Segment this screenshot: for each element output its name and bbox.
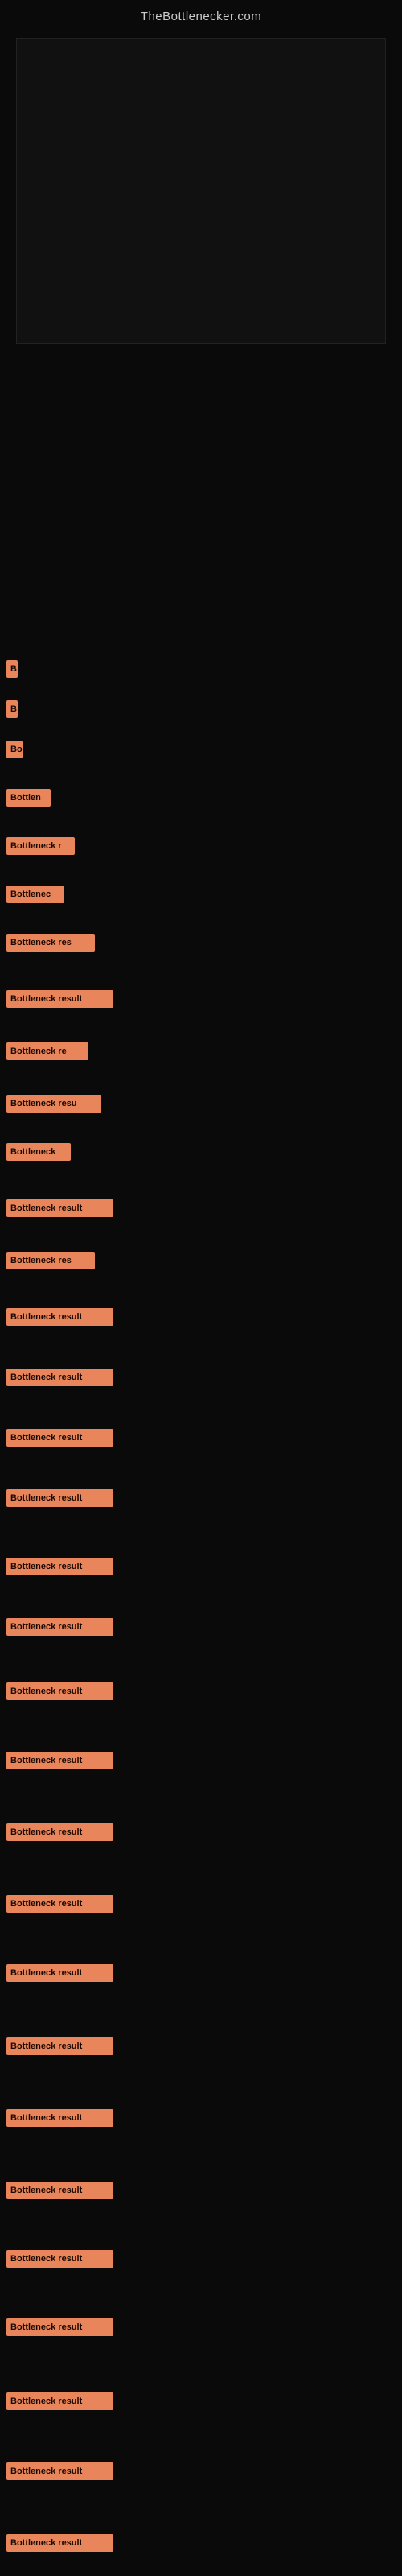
bar-item: Bottleneck re <box>6 1042 88 1060</box>
site-title: TheBottlenecker.com <box>0 0 402 30</box>
bar-item: Bottleneck result <box>6 1308 113 1326</box>
bar-item: Bottleneck result <box>6 2037 113 2055</box>
bar-item: Bottleneck result <box>6 1368 113 1386</box>
bar-label: Bottleneck result <box>6 1308 113 1326</box>
bar-label: Bottleneck res <box>6 1252 95 1269</box>
bar-item: B <box>6 660 18 678</box>
bar-item: Bottleneck r <box>6 837 75 855</box>
bar-item: Bottleneck result <box>6 2182 113 2199</box>
bar-label: Bottleneck result <box>6 2250 113 2268</box>
bar-item: Bottleneck res <box>6 934 95 952</box>
bar-item: Bottleneck result <box>6 1429 113 1447</box>
bar-item: Bottleneck res <box>6 1252 95 1269</box>
bar-label: Bottleneck result <box>6 990 113 1008</box>
bar-label: Bottleneck result <box>6 2182 113 2199</box>
bar-label: Bottleneck res <box>6 934 95 952</box>
bar-item: Bottlenec <box>6 886 64 903</box>
bar-label: Bottleneck result <box>6 2534 113 2552</box>
bar-item: Bottleneck <box>6 1143 71 1161</box>
bar-label: Bo <box>6 741 23 758</box>
bar-item: Bottleneck result <box>6 2250 113 2268</box>
bar-item: Bottleneck result <box>6 1895 113 1913</box>
bar-label: Bottleneck result <box>6 1199 113 1217</box>
bar-label: Bottlen <box>6 789 51 807</box>
bar-item: Bottleneck result <box>6 1823 113 1841</box>
bar-item: Bottleneck result <box>6 990 113 1008</box>
bar-item: Bottleneck result <box>6 1489 113 1507</box>
bar-label: Bottleneck result <box>6 1895 113 1913</box>
chart-area <box>16 38 386 344</box>
bar-label: Bottleneck result <box>6 1368 113 1386</box>
bar-item: Bottleneck result <box>6 2534 113 2552</box>
bar-item: Bottleneck result <box>6 2109 113 2127</box>
bar-item: B <box>6 700 18 718</box>
bar-label: Bottleneck result <box>6 2392 113 2410</box>
bar-label: Bottleneck result <box>6 1964 113 1982</box>
bar-label: Bottleneck result <box>6 2318 113 2336</box>
bar-item: Bottleneck result <box>6 1964 113 1982</box>
bar-label: Bottleneck result <box>6 1823 113 1841</box>
bar-label: Bottleneck <box>6 1143 71 1161</box>
bar-item: Bottleneck result <box>6 1682 113 1700</box>
bar-item: Bottleneck resu <box>6 1095 101 1113</box>
bar-label: Bottlenec <box>6 886 64 903</box>
bar-label: Bottleneck result <box>6 1618 113 1636</box>
bar-label: Bottleneck result <box>6 2037 113 2055</box>
bar-item: Bottleneck result <box>6 1558 113 1575</box>
bar-label: B <box>6 660 18 678</box>
bar-label: Bottleneck r <box>6 837 75 855</box>
bar-label: Bottleneck result <box>6 2462 113 2480</box>
bar-label: Bottleneck re <box>6 1042 88 1060</box>
bar-label: Bottleneck result <box>6 1558 113 1575</box>
bar-label: Bottleneck result <box>6 1682 113 1700</box>
bar-label: Bottleneck result <box>6 1489 113 1507</box>
bar-item: Bottleneck result <box>6 1752 113 1769</box>
bar-item: Bottleneck result <box>6 2318 113 2336</box>
bar-item: Bottlen <box>6 789 51 807</box>
bar-item: Bottleneck result <box>6 1618 113 1636</box>
bar-item: Bottleneck result <box>6 2462 113 2480</box>
bar-label: Bottleneck result <box>6 1429 113 1447</box>
bar-label: B <box>6 700 18 718</box>
bar-item: Bottleneck result <box>6 1199 113 1217</box>
bar-label: Bottleneck result <box>6 2109 113 2127</box>
bar-label: Bottleneck result <box>6 1752 113 1769</box>
bar-label: Bottleneck resu <box>6 1095 101 1113</box>
bar-item: Bottleneck result <box>6 2392 113 2410</box>
bar-item: Bo <box>6 741 23 758</box>
